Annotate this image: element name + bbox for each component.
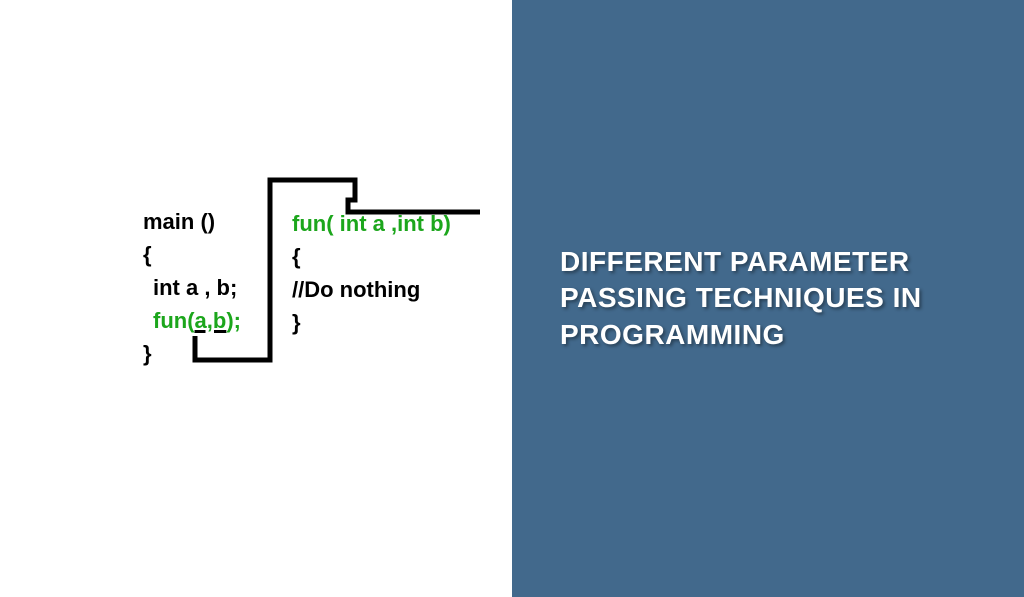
code-diagram-panel: main () { int a , b; fun(a,b); } fun( in… <box>0 0 512 597</box>
fun-call-line: fun(a,b); <box>143 304 241 337</box>
fun-definition-block: fun( int a ,int b) { //Do nothing } <box>292 207 451 339</box>
fun-call-args: a,b <box>195 308 227 333</box>
fun-call-name: fun( <box>153 308 195 333</box>
main-close-brace: } <box>143 337 241 370</box>
diagram-title: DIFFERENT PARAMETER PASSING TECHNIQUES I… <box>560 244 1024 353</box>
fun-close-brace: } <box>292 306 451 339</box>
diagram-container: main () { int a , b; fun(a,b); } fun( in… <box>0 0 1024 597</box>
fun-def-params: int a ,int b) <box>340 211 451 236</box>
var-declaration: int a , b; <box>143 271 241 304</box>
fun-open-brace: { <box>292 240 451 273</box>
fun-def-name: fun( <box>292 211 340 236</box>
main-function-block: main () { int a , b; fun(a,b); } <box>143 205 241 370</box>
fun-call-close: ); <box>226 308 241 333</box>
title-panel: DIFFERENT PARAMETER PASSING TECHNIQUES I… <box>512 0 1024 597</box>
fun-body-comment: //Do nothing <box>292 273 451 306</box>
main-open-brace: { <box>143 238 241 271</box>
main-declaration: main () <box>143 205 241 238</box>
fun-signature: fun( int a ,int b) <box>292 207 451 240</box>
